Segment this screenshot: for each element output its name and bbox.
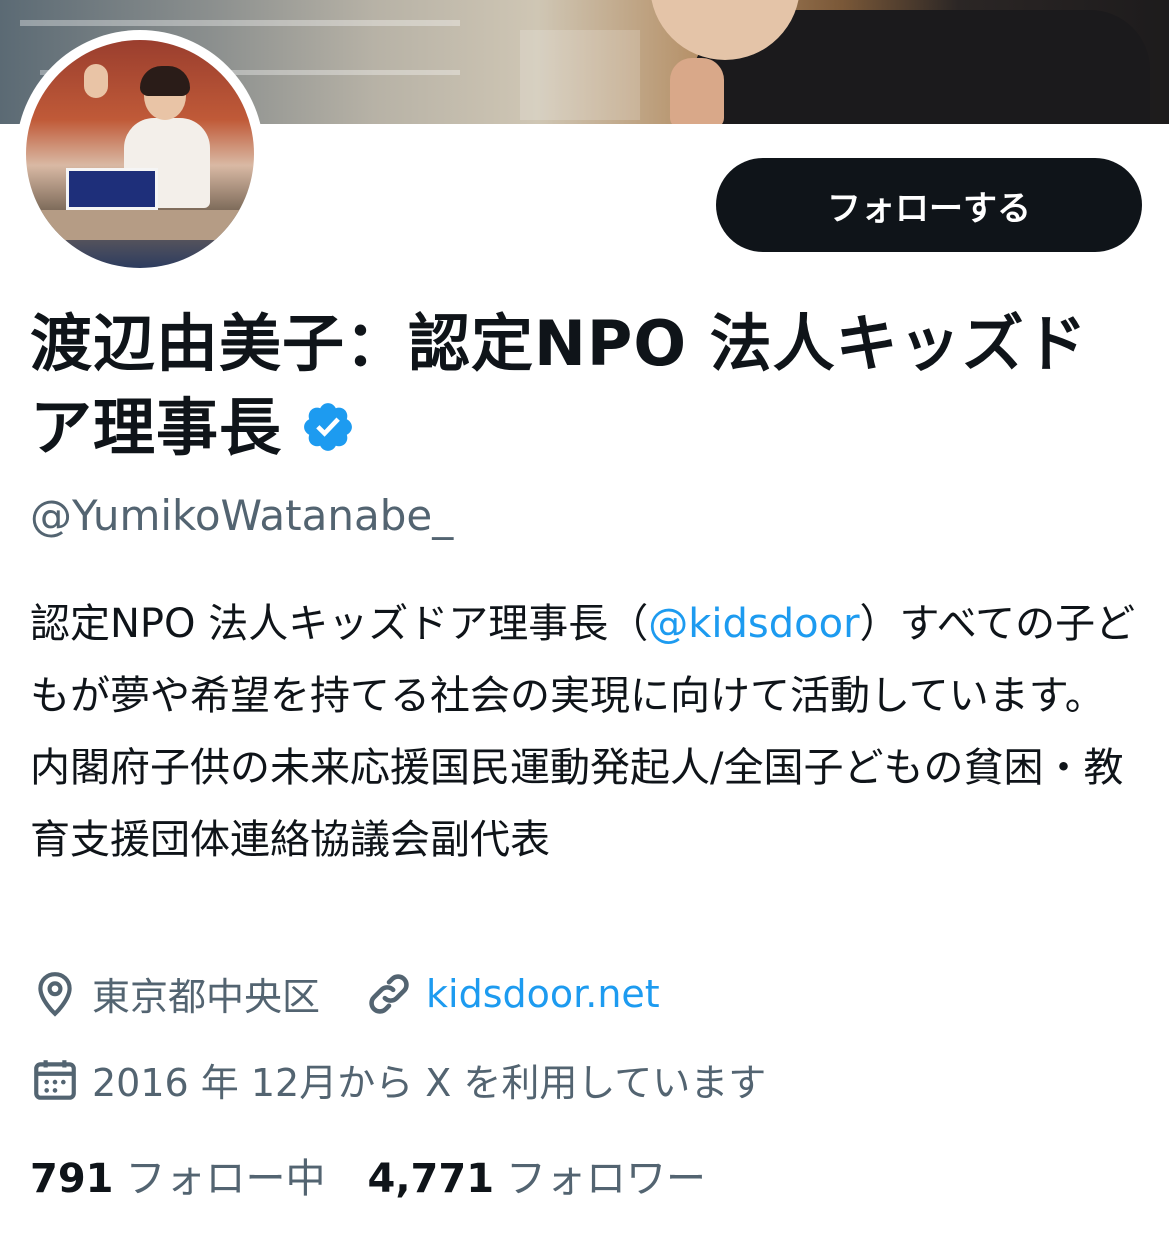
location-pin-icon — [38, 971, 72, 1017]
follow-stats: 791 フォロー中 4,771 フォロワー — [30, 1146, 748, 1204]
website-link[interactable]: kidsdoor.net — [426, 972, 660, 1016]
calendar-icon — [34, 1059, 76, 1100]
location-item: 東京都中央区 — [30, 966, 320, 1021]
verified-badge-icon[interactable] — [300, 399, 356, 455]
location-text: 東京都中央区 — [92, 975, 321, 1019]
display-name: 渡辺由美子：認定NPO 法人キッズドア理事長 — [30, 302, 1140, 470]
profile-handle: @YumikoWatanabe_ — [30, 491, 454, 540]
follow-button[interactable]: フォローする — [716, 158, 1142, 252]
followers-label: フォロワー — [506, 1156, 707, 1202]
following-count: 791 — [30, 1156, 114, 1202]
following-label: フォロー中 — [125, 1156, 326, 1202]
bio-text: 認定NPO 法人キッズドア理事長（ — [30, 601, 649, 647]
followers-stat[interactable]: 4,771 フォロワー — [368, 1146, 707, 1204]
profile-meta-row: 東京都中央区 kidsdoor.net — [30, 966, 704, 1021]
display-name-text: 渡辺由美子：認定NPO 法人キッズドア理事長 — [30, 307, 1088, 464]
joined-text: 2016 年 12月から X を利用しています — [92, 1061, 767, 1105]
bio-mention-link[interactable]: @kidsdoor — [648, 601, 859, 647]
following-stat[interactable]: 791 フォロー中 — [30, 1146, 326, 1204]
link-icon — [369, 973, 409, 1014]
profile-meta-row: 2016 年 12月から X を利用しています — [30, 1052, 810, 1107]
followers-count: 4,771 — [367, 1156, 495, 1202]
website-item[interactable]: kidsdoor.net — [364, 969, 660, 1019]
profile-avatar[interactable] — [16, 30, 264, 278]
profile-bio: 認定NPO 法人キッズドア理事長（@kidsdoor）すべての子どもが夢や希望を… — [30, 588, 1140, 876]
joined-item: 2016 年 12月から X を利用しています — [30, 1052, 766, 1107]
